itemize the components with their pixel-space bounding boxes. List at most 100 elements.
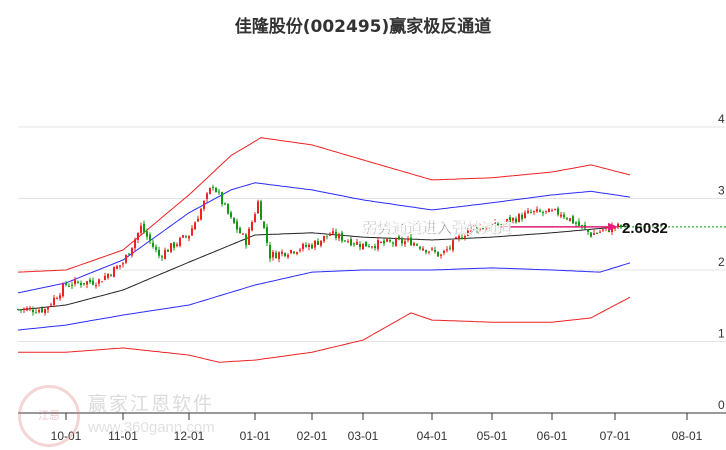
candle [173,242,175,248]
candle [320,240,322,246]
candle [371,246,373,248]
candle [569,218,571,221]
candle [86,281,88,285]
candle [257,201,259,214]
candle [83,283,85,285]
candle [557,208,559,215]
candle [335,231,337,238]
candle [515,218,517,223]
candle [350,239,352,246]
candle [449,247,451,249]
x-tick-label: 03-01 [348,429,379,443]
candle [119,265,121,267]
candle [53,297,55,305]
candle [437,251,439,257]
candle [581,225,583,227]
candle [122,263,124,265]
candle [176,244,178,246]
band-outer-lower [18,296,631,363]
band-inner-lower [17,262,631,331]
candle [68,285,70,287]
x-tick-label: 07-01 [600,429,631,443]
candle [566,218,568,220]
candle [602,229,604,231]
candle [140,225,142,233]
candle [26,307,28,311]
candle [194,222,196,230]
x-tick-label: 01-01 [240,429,271,443]
candle [590,232,592,237]
candle [530,212,532,214]
candle [146,231,148,237]
candle [560,214,562,217]
candle [233,217,235,224]
candle [512,217,514,221]
candle [542,212,544,214]
candle [587,229,589,232]
channel-chart: 0123410-01 11-01 12-01 01-01 02-01 03-01 04-01… [17,112,726,443]
candle [191,228,193,236]
candle [356,241,358,245]
candle [398,236,400,240]
candle [596,233,598,235]
candle [305,244,307,247]
watermark-name: 赢家江恩软件 [88,393,215,415]
candle [17,309,19,311]
candle [110,274,112,276]
candle [311,244,313,249]
y-tick-label: 2 [718,255,725,269]
candle [89,279,91,283]
candle [59,295,61,299]
candle [548,208,550,213]
candle [392,242,394,244]
candle [443,251,445,253]
candle [347,241,349,243]
candle [338,234,340,239]
candle [92,280,94,285]
candle [545,210,547,212]
candle [116,266,118,269]
x-tick-label: 05-01 [477,429,508,443]
candle [572,216,574,224]
candle [62,283,64,297]
watermark-seal: 江恩 [18,385,80,447]
candle [362,243,364,250]
candle [386,239,388,242]
candle [35,312,37,314]
candle [215,187,217,193]
candle [38,310,40,313]
candle [593,233,595,235]
candle [158,249,160,256]
candle [32,309,34,313]
candle [125,255,127,263]
candle [410,237,412,246]
candle [536,209,538,212]
candle [287,254,289,258]
candle [353,243,355,245]
candle [617,223,619,227]
candle [527,210,529,213]
candle [533,211,535,213]
y-tick-label: 0 [718,398,725,412]
candle [98,279,100,284]
candle [425,249,427,253]
candle [56,298,58,300]
candle [80,282,82,286]
candle [326,235,328,237]
candle [134,239,136,249]
candle [518,214,520,223]
candle [368,246,370,248]
candle [167,249,169,252]
candle [179,237,181,246]
candle [308,244,310,248]
candle [332,231,334,234]
candle [578,221,580,226]
candle [203,200,205,209]
candle [296,252,298,254]
candle [221,192,223,204]
candle [71,284,73,286]
candle [563,214,565,218]
candle [41,307,43,313]
candle [380,241,382,243]
candle [434,250,436,252]
